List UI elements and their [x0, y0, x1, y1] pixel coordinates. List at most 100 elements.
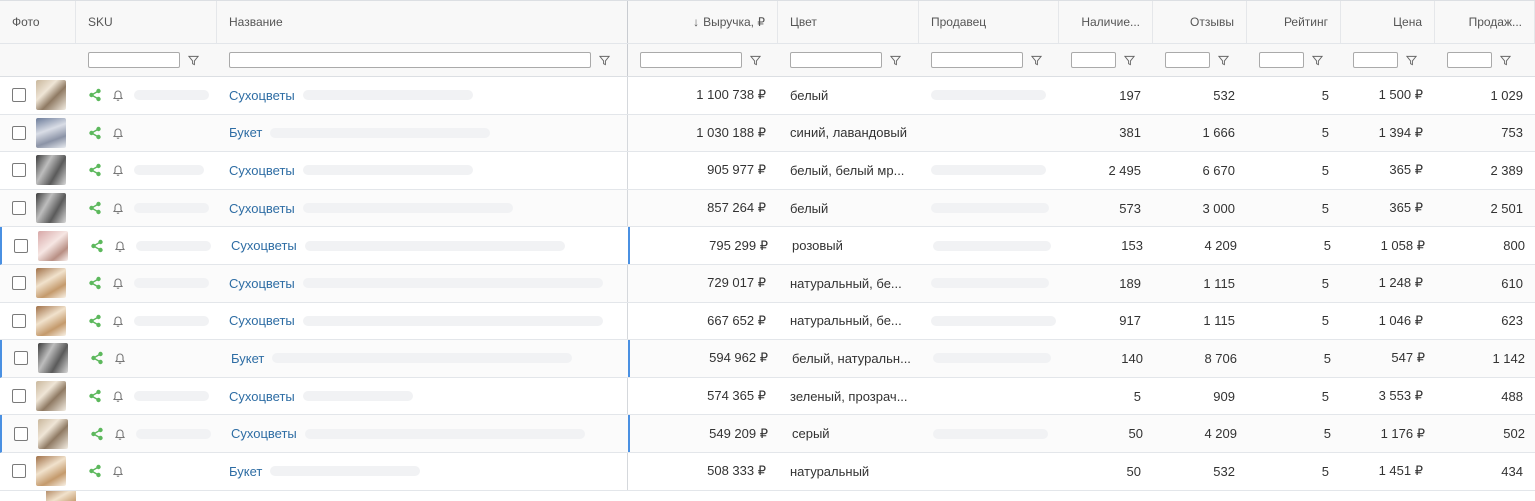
row-checkbox[interactable] — [12, 201, 26, 216]
product-thumbnail[interactable] — [36, 80, 66, 111]
row-checkbox[interactable] — [12, 389, 26, 404]
filter-input-rating[interactable] — [1259, 52, 1304, 68]
row-checkbox[interactable] — [12, 313, 26, 328]
product-name-link[interactable]: Сухоцветы — [229, 201, 295, 216]
product-name-link[interactable]: Сухоцветы — [229, 313, 295, 328]
table-row: Сухоцветы 1 100 738 ₽ белый 197 532 5 1 500 ₽ 1… — [0, 77, 1535, 115]
bell-icon[interactable] — [113, 351, 127, 365]
filter-input-color[interactable] — [790, 52, 882, 68]
share-icon[interactable] — [88, 88, 102, 102]
row-checkbox[interactable] — [12, 163, 26, 178]
product-name-link[interactable]: Букет — [231, 351, 264, 366]
product-thumbnail[interactable] — [38, 230, 68, 261]
share-icon[interactable] — [88, 314, 102, 328]
filter-input-reviews[interactable] — [1165, 52, 1210, 68]
bell-icon[interactable] — [111, 314, 125, 328]
column-header-sales[interactable]: Продаж... — [1435, 1, 1535, 43]
share-icon[interactable] — [90, 239, 104, 253]
row-checkbox[interactable] — [14, 426, 28, 441]
filter-input-sku[interactable] — [88, 52, 180, 68]
filter-input-sales[interactable] — [1447, 52, 1492, 68]
sku-cell — [76, 453, 217, 490]
product-name-link[interactable]: Сухоцветы — [231, 238, 297, 253]
bell-icon[interactable] — [111, 389, 125, 403]
product-thumbnail[interactable] — [36, 193, 66, 224]
sales-cell-value: 800 — [1503, 238, 1525, 254]
column-header-sku[interactable]: SKU — [76, 1, 217, 43]
product-thumbnail[interactable] — [36, 456, 66, 487]
name-cell: Сухоцветы — [217, 189, 628, 227]
column-header-stock[interactable]: Наличие... — [1059, 1, 1153, 43]
row-checkbox[interactable] — [14, 238, 28, 253]
row-checkbox[interactable] — [14, 351, 28, 366]
funnel-icon[interactable] — [1031, 55, 1042, 66]
share-icon[interactable] — [88, 163, 102, 177]
row-checkbox[interactable] — [12, 276, 26, 291]
product-name-link[interactable]: Сухоцветы — [231, 426, 297, 441]
share-icon[interactable] — [88, 276, 102, 290]
bell-icon[interactable] — [111, 163, 125, 177]
column-header-label: Фото — [12, 15, 40, 29]
funnel-icon[interactable] — [1312, 55, 1323, 66]
filter-cell-seller — [919, 44, 1059, 76]
seller-cell — [919, 378, 1059, 415]
bell-icon[interactable] — [111, 201, 125, 215]
filter-input-name[interactable] — [229, 52, 591, 68]
row-checkbox[interactable] — [12, 125, 26, 140]
product-thumbnail[interactable] — [36, 305, 66, 336]
redacted-sku — [136, 428, 211, 439]
product-name-link[interactable]: Букет — [229, 125, 262, 140]
product-name-link[interactable]: Сухоцветы — [229, 276, 295, 291]
column-header-price[interactable]: Цена — [1341, 1, 1435, 43]
funnel-icon[interactable] — [1406, 55, 1417, 66]
filter-input-seller[interactable] — [931, 52, 1023, 68]
column-header-rating[interactable]: Рейтинг — [1247, 1, 1341, 43]
color-cell: серый — [780, 415, 921, 452]
share-icon[interactable] — [88, 126, 102, 140]
share-icon[interactable] — [90, 427, 104, 441]
share-icon[interactable] — [88, 201, 102, 215]
funnel-icon[interactable] — [188, 55, 199, 66]
column-header-seller[interactable]: Продавец — [919, 1, 1059, 43]
share-icon[interactable] — [90, 351, 104, 365]
bell-icon[interactable] — [111, 88, 125, 102]
share-icon[interactable] — [88, 389, 102, 403]
product-name-link[interactable]: Сухоцветы — [229, 389, 295, 404]
reviews-cell-value: 909 — [1213, 388, 1235, 404]
filter-input-price[interactable] — [1353, 52, 1398, 68]
bell-icon[interactable] — [111, 276, 125, 290]
name-cell: Сухоцветы — [217, 302, 628, 340]
product-thumbnail[interactable] — [36, 268, 66, 299]
product-thumbnail[interactable] — [38, 343, 68, 374]
column-header-color[interactable]: Цвет — [778, 1, 919, 43]
funnel-icon[interactable] — [1500, 55, 1511, 66]
product-thumbnail[interactable] — [36, 117, 66, 148]
column-header-name[interactable]: Название — [217, 1, 628, 43]
funnel-icon[interactable] — [599, 55, 610, 66]
filter-input-revenue[interactable] — [640, 52, 742, 68]
funnel-icon[interactable] — [1218, 55, 1229, 66]
row-checkbox[interactable] — [12, 464, 26, 479]
bell-icon[interactable] — [111, 126, 125, 140]
product-thumbnail[interactable] — [46, 490, 76, 501]
share-icon[interactable] — [88, 464, 102, 478]
redacted-seller — [933, 353, 1051, 364]
funnel-icon[interactable] — [1124, 55, 1135, 66]
redacted-sku — [134, 90, 209, 101]
product-thumbnail[interactable] — [38, 418, 68, 449]
product-name-link[interactable]: Букет — [229, 464, 262, 479]
column-header-reviews[interactable]: Отзывы — [1153, 1, 1247, 43]
product-thumbnail[interactable] — [36, 155, 66, 186]
column-header-photo[interactable]: Фото — [0, 1, 76, 43]
column-header-revenue[interactable]: ↓ Выручка, ₽ — [628, 1, 778, 43]
product-thumbnail[interactable] — [36, 381, 66, 412]
funnel-icon[interactable] — [890, 55, 901, 66]
bell-icon[interactable] — [113, 427, 127, 441]
filter-input-stock[interactable] — [1071, 52, 1116, 68]
product-name-link[interactable]: Сухоцветы — [229, 163, 295, 178]
row-checkbox[interactable] — [12, 88, 26, 103]
product-name-link[interactable]: Сухоцветы — [229, 88, 295, 103]
funnel-icon[interactable] — [750, 55, 761, 66]
bell-icon[interactable] — [111, 464, 125, 478]
bell-icon[interactable] — [113, 239, 127, 253]
